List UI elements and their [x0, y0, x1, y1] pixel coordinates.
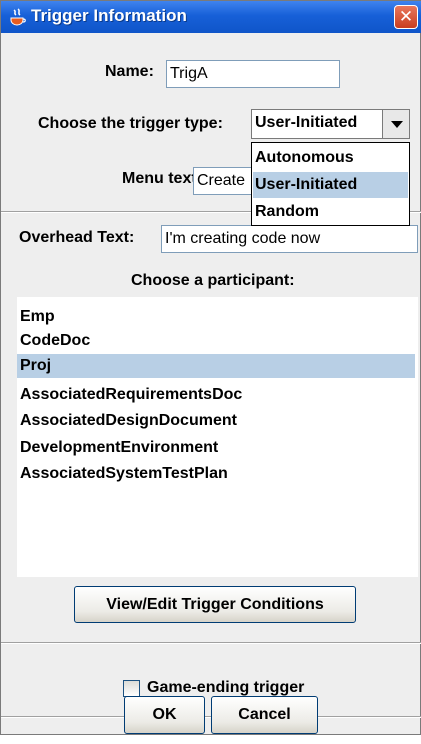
close-icon: ✕ — [398, 7, 414, 26]
close-button[interactable]: ✕ — [394, 5, 418, 29]
view-edit-trigger-conditions-button[interactable]: View/Edit Trigger Conditions — [74, 586, 356, 623]
menu-text-field[interactable]: Create — [193, 167, 255, 195]
chevron-down-icon[interactable] — [382, 110, 409, 138]
divider — [1, 642, 421, 644]
cancel-button[interactable]: Cancel — [211, 696, 318, 734]
list-item[interactable]: DevelopmentEnvironment — [20, 436, 418, 460]
option-autonomous[interactable]: Autonomous — [253, 145, 408, 171]
window-title: Trigger Information — [31, 6, 187, 25]
java-coffee-icon — [10, 8, 26, 26]
trigger-information-dialog: Trigger Information ✕ Name: TrigA Choose… — [0, 0, 421, 735]
list-item[interactable]: AssociatedDesignDocument — [20, 409, 418, 433]
title-bar[interactable]: Trigger Information ✕ — [1, 1, 421, 33]
menu-text-label: Menu text: — [122, 170, 202, 187]
game-ending-label[interactable]: Game-ending trigger — [147, 679, 304, 697]
list-item[interactable]: Emp — [20, 305, 418, 329]
game-ending-checkbox[interactable] — [123, 680, 140, 697]
participant-label: Choose a participant: — [131, 272, 295, 289]
overhead-text-field[interactable]: I'm creating code now — [161, 225, 418, 253]
list-item[interactable]: CodeDoc — [20, 329, 418, 353]
name-label: Name: — [105, 63, 154, 80]
name-field[interactable]: TrigA — [166, 60, 340, 88]
list-item[interactable]: AssociatedSystemTestPlan — [20, 462, 418, 486]
trigger-type-options: Autonomous User-Initiated Random — [251, 142, 410, 226]
trigger-type-label: Choose the trigger type: — [38, 115, 223, 132]
participant-list[interactable]: Emp CodeDoc Proj AssociatedRequirementsD… — [17, 297, 418, 577]
list-item-selected[interactable]: Proj — [17, 354, 415, 378]
trigger-type-dropdown[interactable]: User-Initiated — [251, 109, 410, 139]
trigger-type-selected: User-Initiated — [255, 114, 358, 131]
list-item[interactable]: AssociatedRequirementsDoc — [20, 383, 418, 407]
option-random[interactable]: Random — [253, 199, 408, 225]
overhead-text-label: Overhead Text: — [19, 229, 135, 246]
option-user-initiated[interactable]: User-Initiated — [253, 172, 408, 198]
ok-button[interactable]: OK — [124, 696, 205, 734]
